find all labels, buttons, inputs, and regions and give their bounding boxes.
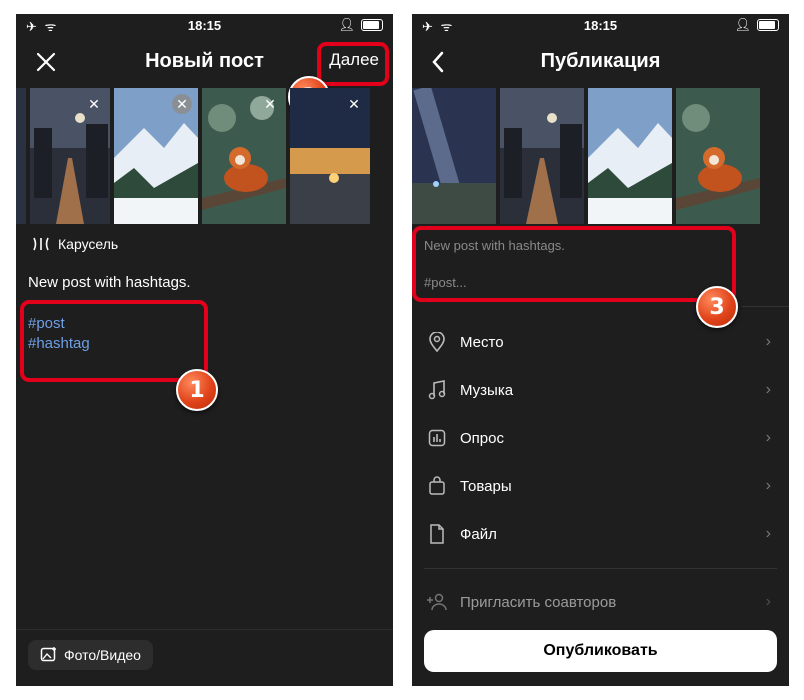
highlight-hashtags (20, 300, 208, 382)
remove-media-button[interactable]: ✕ (344, 94, 364, 114)
status-bar: ✈ ᯤ 18:15 👤︎ (412, 14, 789, 38)
shopping-bag-icon (426, 475, 448, 497)
person-icon: 👤︎ (338, 17, 355, 32)
post-text[interactable]: New post with hashtags. (28, 274, 191, 291)
menu-item-label: Товары (460, 477, 512, 495)
chevron-right-icon: › (765, 477, 771, 494)
menu-item-place[interactable]: Место › (412, 318, 789, 366)
chevron-right-icon: › (765, 333, 771, 350)
page-title: Публикация (540, 50, 661, 72)
red-panda-image (676, 88, 760, 224)
battery-icon (361, 19, 383, 31)
city-street-image (500, 88, 584, 224)
photo-video-label: Фото/Видео (64, 647, 141, 663)
status-time: 18:15 (583, 18, 618, 33)
menu-item-invite-coauthors[interactable]: Пригласить соавторов › (412, 578, 789, 626)
highlight-next (317, 42, 389, 86)
media-thumb[interactable]: ✕ (202, 88, 286, 224)
battery-icon (757, 19, 779, 31)
music-note-icon (426, 379, 448, 401)
header: Публикация (412, 42, 789, 82)
media-preview-strip (412, 88, 789, 224)
remove-media-button[interactable]: ✕ (172, 94, 192, 114)
file-icon (426, 523, 448, 545)
add-person-icon (426, 591, 448, 613)
media-thumb (500, 88, 584, 224)
media-thumb[interactable]: ✕ (114, 88, 198, 224)
menu-item-poll[interactable]: Опрос › (412, 414, 789, 462)
media-thumb[interactable] (16, 88, 26, 224)
photo-video-button[interactable]: Фото/Видео (28, 640, 153, 670)
media-thumb (412, 88, 496, 224)
status-time: 18:15 (187, 18, 222, 33)
marker-1: 1 (176, 369, 218, 411)
media-thumb (676, 88, 760, 224)
menu-item-music[interactable]: Музыка › (412, 366, 789, 414)
snowy-mountains-image (588, 88, 672, 224)
person-icon: 👤︎ (734, 17, 751, 32)
divider (424, 568, 777, 569)
media-thumb[interactable]: ✕ (290, 88, 370, 224)
bottom-toolbar: Фото/Видео (16, 629, 393, 686)
image-add-icon (40, 647, 56, 662)
menu-item-label: Пригласить соавторов (460, 593, 617, 611)
milky-way-image (412, 88, 496, 224)
status-bar: ✈ ᯤ 18:15 👤︎ (16, 14, 393, 38)
carousel-label: Карусель (58, 236, 119, 252)
divider (742, 306, 789, 307)
media-thumb[interactable]: ✕ (30, 88, 110, 224)
chevron-right-icon: › (765, 525, 771, 542)
chevron-right-icon: › (765, 429, 771, 446)
menu-item-file[interactable]: Файл › (412, 510, 789, 558)
menu-item-label: Опрос (460, 429, 504, 447)
media-thumb (588, 88, 672, 224)
highlight-preview (412, 226, 736, 302)
remove-media-button[interactable]: ✕ (260, 94, 280, 114)
menu-item-label: Файл (460, 525, 497, 543)
publish-button[interactable]: Опубликовать (424, 630, 777, 672)
menu-item-goods[interactable]: Товары › (412, 462, 789, 510)
chevron-right-icon: › (765, 593, 771, 610)
menu-item-label: Место (460, 333, 504, 351)
new-post-screen: ✈ ᯤ 18:15 👤︎ Новый пост Далее 2 ✕ ✕ ✕ ✕ (16, 14, 393, 686)
menu-item-label: Музыка (460, 381, 514, 399)
carousel-toggle[interactable]: Карусель (32, 236, 118, 252)
media-strip: ✕ ✕ ✕ ✕ (16, 88, 393, 224)
location-pin-icon (426, 331, 448, 353)
remove-media-button[interactable]: ✕ (84, 94, 104, 114)
carousel-icon (33, 237, 49, 251)
poll-icon (426, 427, 448, 449)
chevron-right-icon: › (765, 381, 771, 398)
publication-screen: ✈ ᯤ 18:15 👤︎ Публикация New post with ha… (412, 14, 789, 686)
